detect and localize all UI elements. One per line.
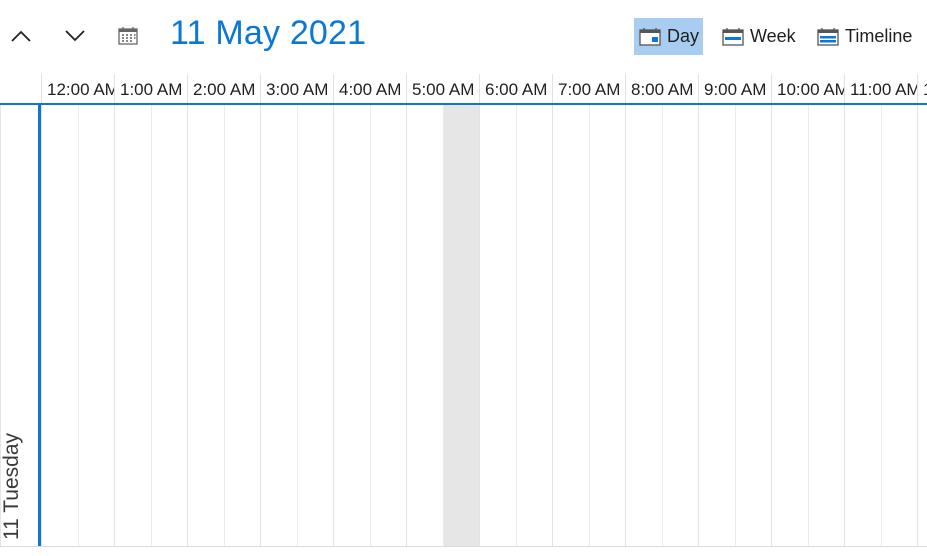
time-slot[interactable] [552,105,589,546]
time-header-cell: 5:00 AM [406,74,479,103]
time-slot[interactable] [734,105,772,546]
time-header-cell: 12:00 AM [41,74,114,103]
time-slot[interactable] [150,105,188,546]
calendar-icon [118,27,138,45]
time-slot-grid: 11 Tuesday [0,105,927,547]
time-slot[interactable] [515,105,553,546]
time-header-cell: 8:00 AM [625,74,698,103]
time-slot[interactable] [698,105,735,546]
time-slot[interactable] [771,105,808,546]
time-slot[interactable] [880,105,918,546]
time-header-cell: 2:00 AM [187,74,260,103]
week-view-button[interactable]: Week [720,18,800,55]
time-header-row: 12:00 AM 1:00 AM 2:00 AM 3:00 AM 4:00 AM 5:00… [0,74,927,105]
time-header-cell: 10:00 AM [771,74,844,103]
time-header-cell: 9:00 AM [698,74,771,103]
date-title[interactable]: 11 May 2021 [170,14,366,53]
time-header-cell: 6:00 AM [479,74,552,103]
timeline-view-button[interactable]: Timeline [815,18,920,55]
selected-time-slot[interactable] [442,105,479,546]
week-view-icon [722,27,744,46]
previous-button[interactable] [5,20,37,52]
time-slot[interactable] [296,105,334,546]
time-header-cell: 12:00 PM [917,74,927,103]
time-slot[interactable] [479,105,516,546]
time-slot[interactable] [260,105,297,546]
time-slot[interactable] [187,105,224,546]
scheduler-view: 12:00 AM 1:00 AM 2:00 AM 3:00 AM 4:00 AM 5:00… [0,74,927,556]
timeline-view-icon [817,27,839,46]
time-slot[interactable] [114,105,151,546]
time-slot[interactable] [41,105,78,546]
time-slot[interactable] [844,105,881,546]
week-view-label: Week [750,26,796,46]
next-button[interactable] [59,20,91,52]
chevron-up-icon [11,30,31,42]
time-slot[interactable] [406,105,443,546]
day-row-header: 11 Tuesday [0,105,41,546]
time-slot[interactable] [807,105,845,546]
time-slot[interactable] [223,105,261,546]
day-view-label: Day [667,26,700,46]
time-slot[interactable] [588,105,626,546]
timeline-view-label: Timeline [845,26,913,46]
time-header-cell: 7:00 AM [552,74,625,103]
time-slot[interactable] [661,105,699,546]
time-header-cell: 4:00 AM [333,74,406,103]
scheduler-toolbar: 11 May 2021 Day Week Timeline [0,0,927,74]
time-slot[interactable] [333,105,370,546]
time-header-cell: 1:00 AM [114,74,187,103]
time-slot[interactable] [369,105,407,546]
calendar-picker-button[interactable] [114,22,142,50]
day-row-header-label: 11 Tuesday [0,432,23,540]
time-slot[interactable] [625,105,662,546]
time-header-cell: 3:00 AM [260,74,333,103]
chevron-down-icon [65,30,85,42]
time-slot[interactable] [77,105,115,546]
day-view-icon [639,27,661,46]
time-header-cell: 11:00 AM [844,74,917,103]
time-slot[interactable] [917,105,927,546]
day-view-button[interactable]: Day [634,18,703,55]
